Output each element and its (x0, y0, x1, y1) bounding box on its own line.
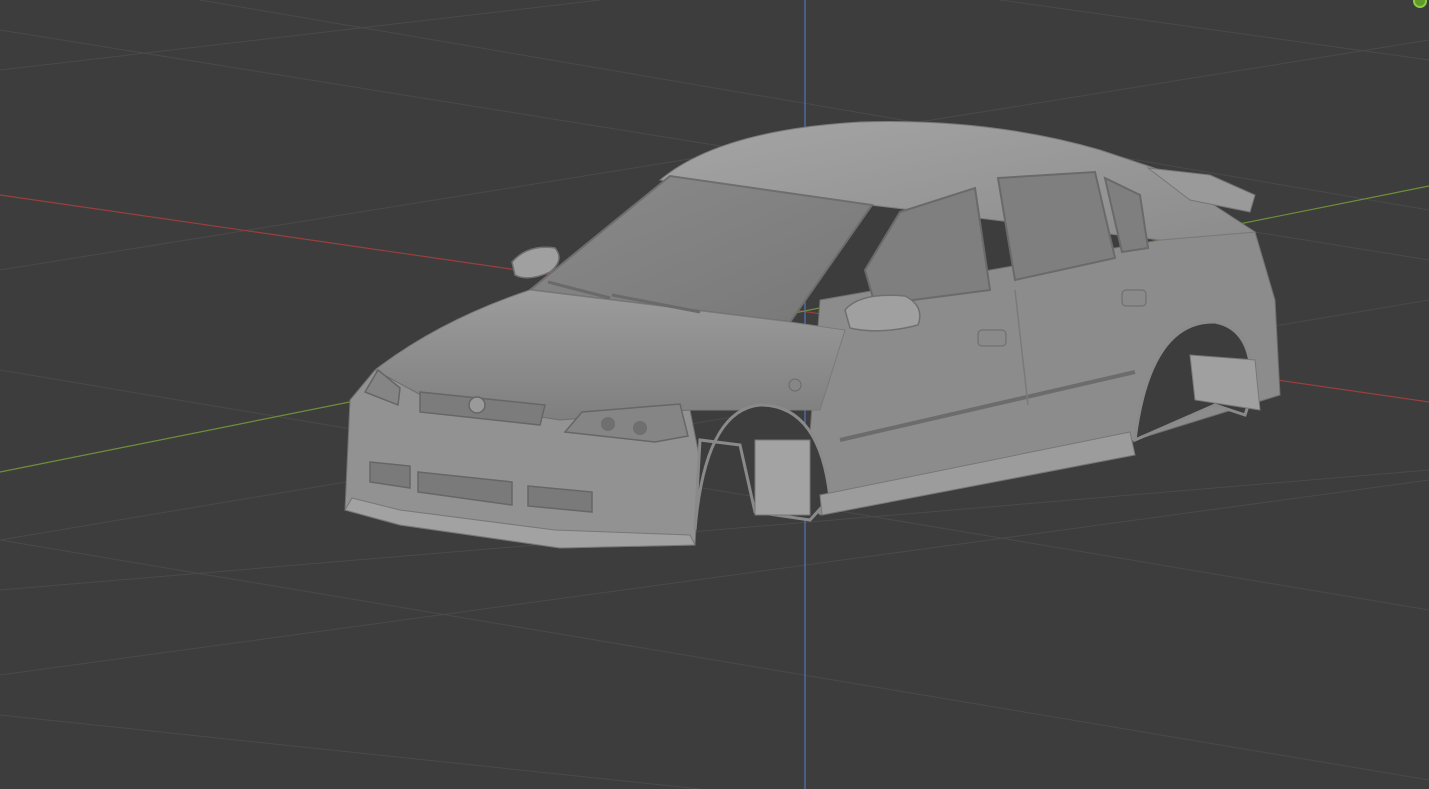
car-body-model[interactable] (344, 121, 1281, 549)
3d-viewport[interactable] (0, 0, 1429, 789)
viewport-canvas[interactable] (0, 0, 1429, 789)
